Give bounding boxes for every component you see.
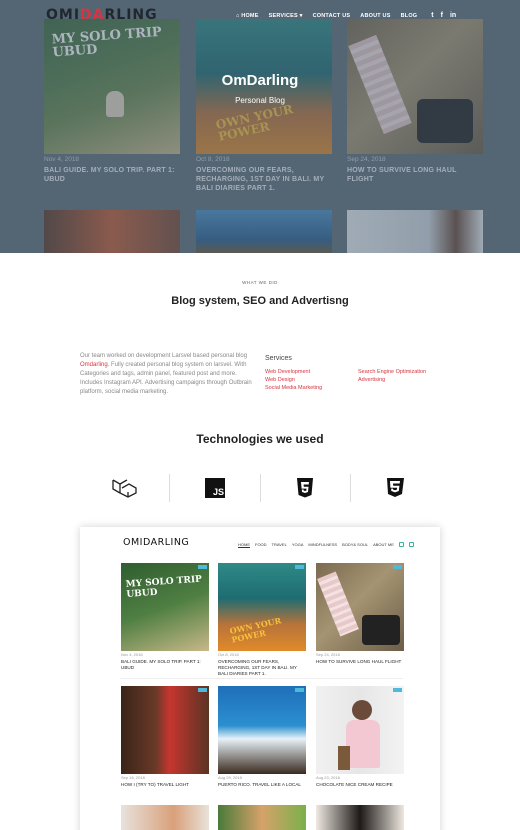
logo-mark: DA	[80, 7, 105, 23]
category-tag	[295, 688, 304, 692]
tech-item-css3	[351, 474, 440, 502]
tech-item-laravel	[80, 474, 171, 502]
mockup-post-image	[316, 805, 404, 830]
category-tag	[393, 565, 402, 569]
mockup-post-image: OWN YOUR POWER	[218, 563, 306, 651]
mockup-nav-item: YOGA	[291, 542, 304, 547]
site-logo[interactable]: OMIDARLING	[46, 7, 158, 23]
post-date: Aug 29, 2018	[218, 775, 242, 780]
omdarling-link[interactable]: Omdarling	[80, 362, 108, 368]
post-title: HOW I (TRY TO) TRAVEL LIGHT	[121, 782, 189, 787]
twitter-icon[interactable]: t	[431, 12, 433, 19]
mockup-post-image	[121, 686, 209, 774]
mockup-post-image	[218, 805, 306, 830]
service-item[interactable]: Web Design	[265, 376, 322, 384]
hero-title: OmDarling	[221, 72, 299, 89]
mockup-post-image	[218, 686, 306, 774]
mockup-nav-item: HOME	[238, 542, 250, 547]
post-date: Nov 4, 2018	[121, 652, 143, 657]
nav-label: SERVICES	[268, 12, 298, 19]
hero-subtitle: Personal Blog	[235, 96, 285, 105]
tech-item-html5	[261, 474, 351, 502]
post-title: CHOCOLATE NICE CREAM RECIPE	[316, 782, 393, 787]
svg-text:JS: JS	[213, 487, 224, 497]
html5-icon	[297, 477, 314, 497]
nav-home[interactable]: ⌂ HOME	[236, 13, 259, 19]
hero-heading: OmDarling Personal Blog	[180, 72, 340, 105]
mockup-nav-item: TRAVEL	[271, 542, 287, 547]
mockup-nav-item: MINDFULNESS	[308, 542, 338, 547]
mockup-post-card: Sep 16, 2018 HOW I (TRY TO) TRAVEL LIGHT	[121, 686, 209, 788]
technologies-title: Technologies we used	[196, 432, 324, 446]
section-eyebrow: WHAT WE DID	[242, 280, 278, 285]
post-image-caption: MY SOLO TRIP UBUD	[125, 574, 203, 600]
section-title: Blog system, SEO and Advertisng	[171, 295, 349, 307]
mockup-nav-item: BODY& SOUL	[342, 542, 369, 547]
post-title: PUERTO RICO. TRAVEL LIKE A LOCAL	[218, 782, 301, 787]
top-navigation-bar: OMIDARLING ⌂ HOME SERVICES ▾ CONTACT US …	[0, 0, 520, 33]
category-tag	[198, 565, 207, 569]
website-mockup: OMIDARLING HOME FOOD TRAVEL YOGA MINDFUL…	[80, 527, 440, 830]
tech-item-js: JS	[170, 474, 261, 502]
post-title: HOW TO SURVIVE LONG HAUL FLIGHT	[316, 659, 402, 664]
services-list: Web Development Web Design Social Media …	[265, 368, 322, 392]
mockup-post-image: MY SOLO TRIP UBUD	[121, 563, 209, 651]
mockup-post-card: OWN YOUR POWER Oct 8, 2018 OVERCOMING OU…	[218, 563, 306, 677]
css3-icon	[387, 478, 405, 497]
post-date: Sep 16, 2018	[121, 775, 145, 780]
chevron-down-icon: ▾	[299, 12, 303, 19]
post-date: Oct 8, 2018	[218, 652, 239, 657]
social-links: t f in	[431, 12, 456, 19]
mockup-nav: HOME FOOD TRAVEL YOGA MINDFULNESS BODY& …	[238, 542, 414, 547]
services-list: Search Engine Optimization Advertising	[358, 368, 426, 384]
hero-overlay	[0, 0, 520, 253]
mockup-post-image	[316, 563, 404, 651]
post-date: Aug 23, 2018	[316, 775, 340, 780]
service-item[interactable]: Web Development	[265, 368, 322, 376]
hero-section: MY SOLO TRIP UBUD Nov 4, 2018 BALI GUIDE…	[0, 0, 520, 253]
mockup-nav-item: ABOUT ME	[373, 542, 394, 547]
service-item[interactable]: Advertising	[358, 376, 426, 384]
mockup-post-card: Aug 29, 2018 PUERTO RICO. TRAVEL LIKE A …	[218, 686, 306, 788]
category-tag	[295, 565, 304, 569]
mockup-post-image	[121, 805, 209, 830]
nav-services[interactable]: SERVICES ▾	[269, 13, 303, 19]
logo-text: RLING	[104, 7, 158, 23]
category-tag	[393, 688, 402, 692]
mockup-post-card: Sep 24, 2018 HOW TO SURVIVE LONG HAUL FL…	[316, 563, 404, 665]
logo-text: OMI	[46, 7, 81, 23]
service-item[interactable]: Social Media Marketing	[265, 384, 322, 392]
project-description: Our team worked on development Larsvel b…	[80, 352, 252, 397]
technologies-row: JS	[80, 474, 440, 502]
mockup-post-card: Aug 23, 2018 CHOCOLATE NICE CREAM RECIPE	[316, 686, 404, 788]
mockup-logo: OMIDARLING	[123, 537, 190, 548]
nav-contact-us[interactable]: CONTACT US	[313, 13, 351, 19]
nav-about-us[interactable]: ABOUT US	[360, 13, 390, 19]
service-item[interactable]: Search Engine Optimization	[358, 368, 426, 376]
mail-icon	[408, 542, 414, 547]
instagram-icon	[398, 542, 404, 547]
mockup-post-image	[316, 686, 404, 774]
home-icon: ⌂	[236, 12, 240, 19]
nav-blog[interactable]: BLOG	[401, 13, 418, 19]
post-title: OVERCOMING OUR FEARS, RECHARGING, 1ST DA…	[218, 659, 297, 676]
main-menu: ⌂ HOME SERVICES ▾ CONTACT US ABOUT US BL…	[236, 12, 456, 19]
js-icon: JS	[204, 478, 225, 498]
services-heading: Services	[265, 355, 292, 362]
post-title: BALI GUIDE. MY SOLO TRIP. PART 1: UBUD	[121, 659, 201, 670]
category-tag	[198, 688, 207, 692]
mockup-post-card: MY SOLO TRIP UBUD Nov 4, 2018 BALI GUIDE…	[121, 563, 209, 671]
nav-label: HOME	[241, 12, 259, 19]
description-text: Our team worked on development Larsvel b…	[80, 353, 248, 359]
post-image-caption: OWN YOUR POWER	[228, 615, 283, 645]
post-date: Sep 24, 2018	[316, 652, 340, 657]
linkedin-icon[interactable]: in	[450, 12, 456, 19]
laravel-icon	[111, 479, 137, 498]
divider	[120, 678, 403, 679]
mockup-nav-item: FOOD	[255, 542, 267, 547]
facebook-icon[interactable]: f	[441, 12, 443, 19]
